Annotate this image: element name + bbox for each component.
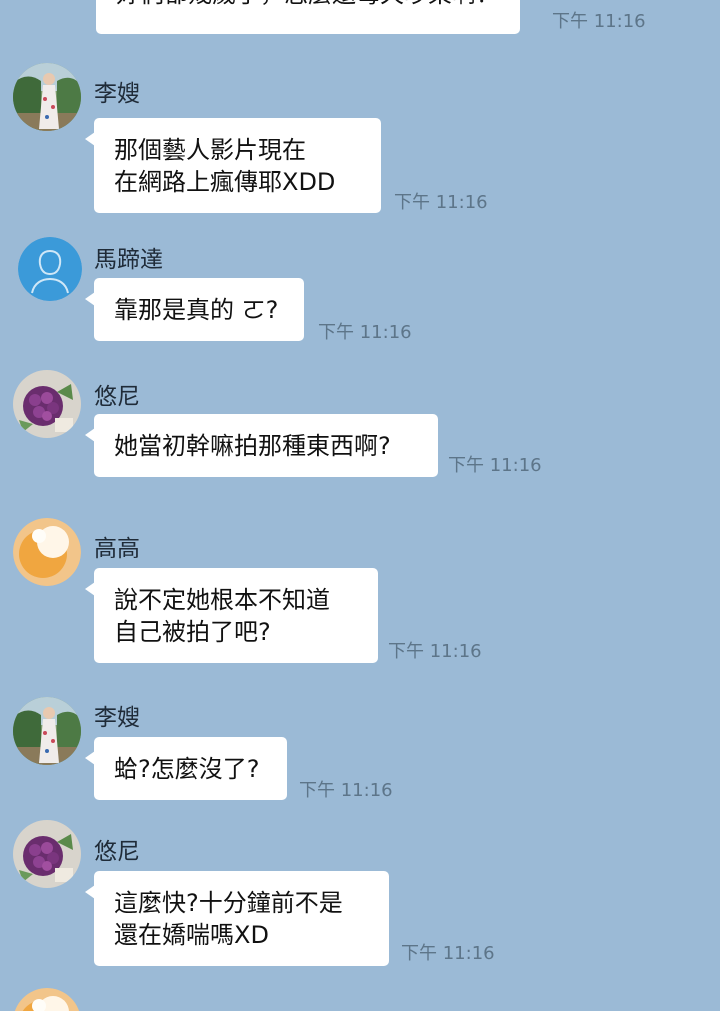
woman-photo-avatar[interactable] xyxy=(13,697,81,765)
message-time: 下午 11:16 xyxy=(299,780,393,801)
sender-name: 悠尼 xyxy=(94,384,140,410)
person-icon xyxy=(18,237,82,301)
message-text-line: 蛤?怎麼沒了? xyxy=(114,755,260,783)
sender-name: 悠尼 xyxy=(94,839,140,865)
message-bubble[interactable]: 這麼快?十分鐘前不是 還在嬌喘嗎XD xyxy=(85,871,389,966)
message-time: 下午 11:16 xyxy=(401,943,495,964)
flower-bouquet-avatar[interactable] xyxy=(13,370,81,438)
message-time: 下午 11:16 xyxy=(388,641,482,662)
message-bubble[interactable]: 妳們都幾歲了，怎麼還每天吵架啊？ xyxy=(96,0,520,34)
egg-avatar[interactable] xyxy=(13,988,81,1011)
message-text-line: 靠那是真的 ㄛ? xyxy=(114,296,279,324)
flower-bouquet-avatar[interactable] xyxy=(13,820,81,888)
flower-bouquet-icon xyxy=(13,370,81,438)
egg-icon xyxy=(14,988,80,1011)
message-time: 下午 11:16 xyxy=(394,192,488,213)
message-bubble[interactable]: 靠那是真的 ㄛ? xyxy=(85,278,304,341)
message-text-line: 這麼快?十分鐘前不是 xyxy=(114,889,343,917)
egg-icon xyxy=(13,518,81,586)
message-bubble[interactable]: 她當初幹嘛拍那種東西啊? xyxy=(85,414,438,477)
woman-photo-icon xyxy=(13,63,81,131)
sender-name: 李嫂 xyxy=(94,81,140,107)
chat-view[interactable]: 妳們都幾歲了，怎麼還每天吵架啊？ 下午 11:16 李嫂 那個藝人影片現在 在網… xyxy=(0,0,720,1011)
message-text-line: 在網路上瘋傳耶XDD xyxy=(114,168,336,196)
message-text-line: 自己被拍了吧? xyxy=(114,618,271,646)
woman-photo-icon xyxy=(13,697,81,765)
flower-bouquet-icon xyxy=(13,820,81,888)
message-bubble[interactable]: 蛤?怎麼沒了? xyxy=(85,737,287,800)
message-time: 下午 11:16 xyxy=(318,322,412,343)
message-time: 下午 11:16 xyxy=(552,11,646,32)
message-text: 妳們都幾歲了，怎麼還每天吵架啊？ xyxy=(116,0,500,8)
sender-name: 李嫂 xyxy=(94,705,140,731)
sender-name: 高高 xyxy=(94,536,140,562)
default-person-avatar[interactable] xyxy=(18,237,82,301)
message-text-line: 還在嬌喘嗎XD xyxy=(114,921,269,949)
message-bubble[interactable]: 說不定她根本不知道 自己被拍了吧? xyxy=(85,568,378,663)
egg-avatar[interactable] xyxy=(13,518,81,586)
message-bubble[interactable]: 那個藝人影片現在 在網路上瘋傳耶XDD xyxy=(85,118,381,213)
message-text-line: 那個藝人影片現在 xyxy=(114,136,306,164)
message-text-line: 她當初幹嘛拍那種東西啊? xyxy=(114,432,391,460)
message-time: 下午 11:16 xyxy=(448,455,542,476)
message-text-line: 說不定她根本不知道 xyxy=(114,586,330,614)
woman-photo-avatar[interactable] xyxy=(13,63,81,131)
sender-name: 馬蹄達 xyxy=(94,247,163,273)
